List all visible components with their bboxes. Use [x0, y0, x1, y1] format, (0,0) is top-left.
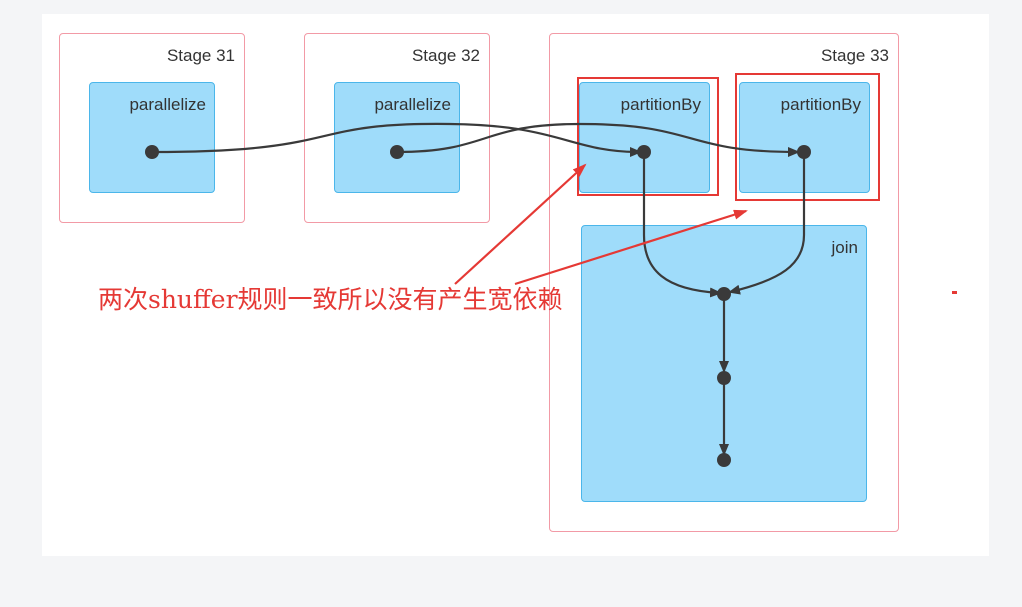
node-parallelize-32: [390, 145, 404, 159]
node-partitionby-1: [637, 145, 651, 159]
annotation-arrow-to-partitionby-2: [514, 209, 748, 286]
node-join-2: [717, 371, 731, 385]
edge-partitionby2-to-join: [728, 152, 806, 295]
annotation-arrow-to-partitionby-1: [454, 163, 587, 285]
node-partitionby-2: [797, 145, 811, 159]
node-join-1: [717, 287, 731, 301]
red-dash-mark: [952, 291, 957, 294]
node-parallelize-31: [145, 145, 159, 159]
annotation-text: 两次shuffer规则一致所以没有产生宽依赖: [98, 285, 563, 314]
node-join-3: [717, 453, 731, 467]
